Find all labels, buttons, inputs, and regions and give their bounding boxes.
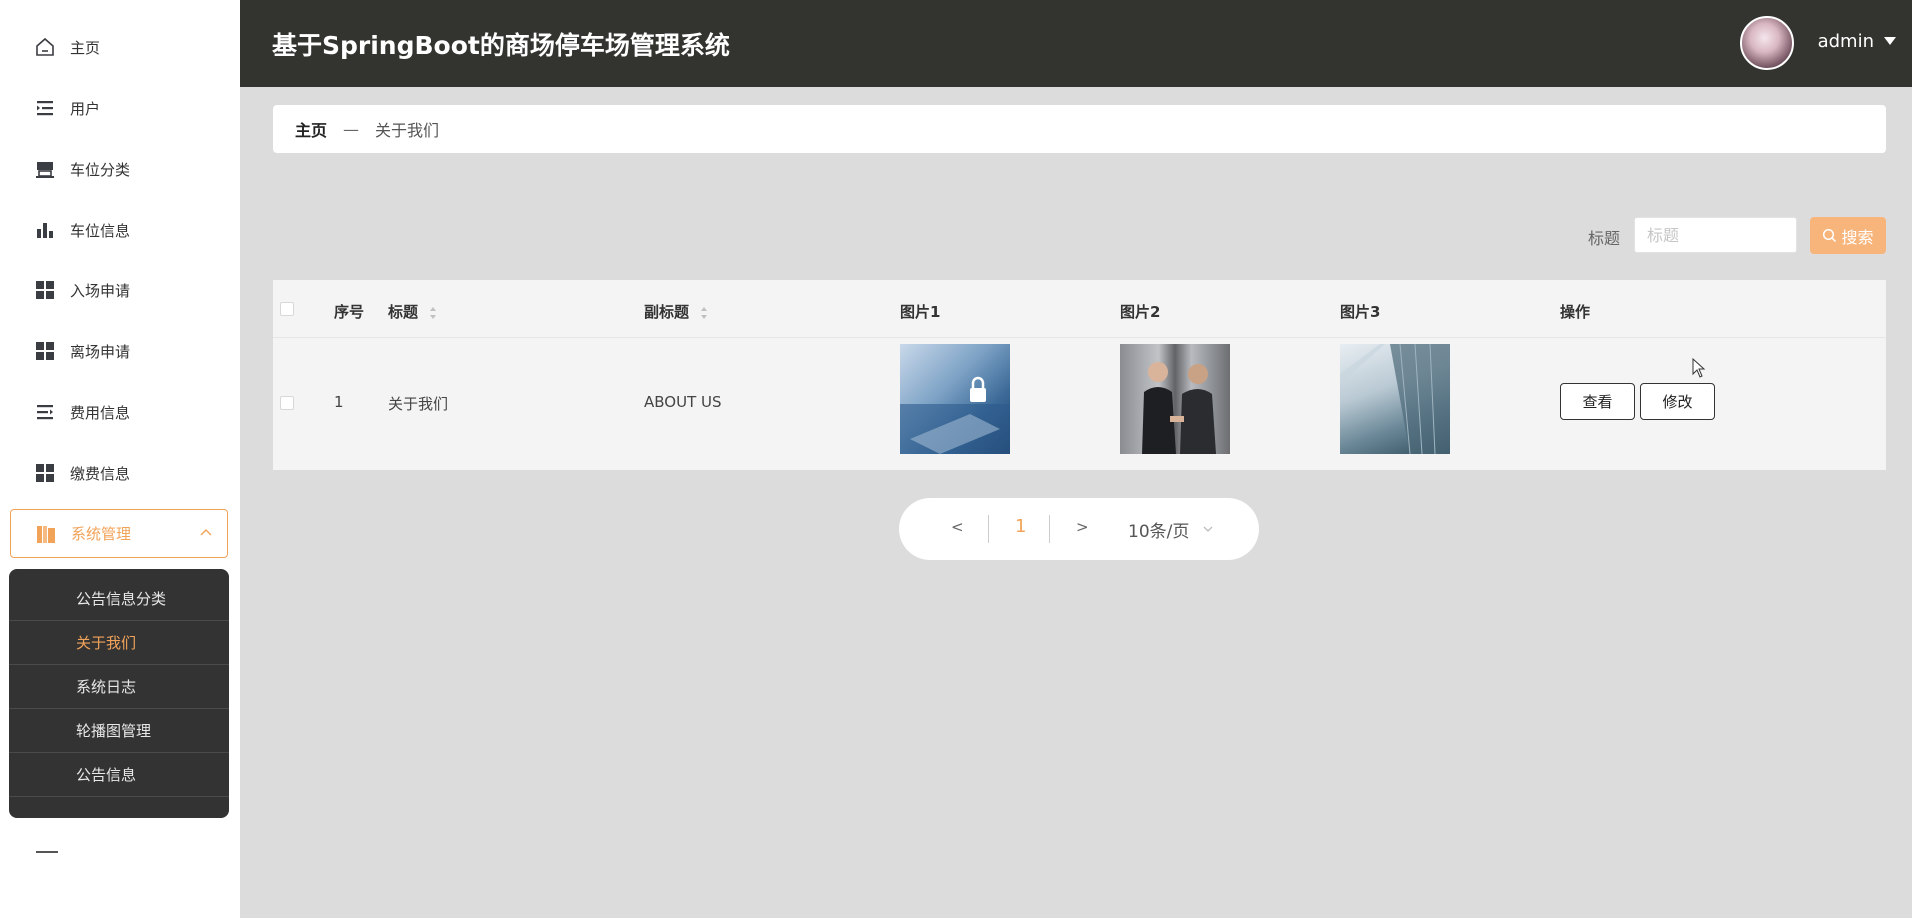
- sidebar-item-payment-info[interactable]: 缴费信息: [10, 449, 228, 497]
- sidebar-item-parking-info[interactable]: 车位信息: [10, 206, 228, 254]
- search-label: 标题: [1588, 229, 1621, 248]
- chevron-up-icon: [200, 529, 212, 536]
- breadcrumb-home[interactable]: 主页: [295, 117, 327, 141]
- submenu-item-notice-category[interactable]: 公告信息分类: [9, 577, 229, 621]
- submenu-item-system-log[interactable]: 系统日志: [9, 665, 229, 709]
- edit-button[interactable]: 修改: [1640, 383, 1715, 420]
- header-image1: 图片1: [900, 303, 941, 321]
- sidebar-item-entry-application[interactable]: 入场申请: [10, 266, 228, 314]
- sort-icon[interactable]: [700, 306, 708, 320]
- caret-down-icon[interactable]: [1884, 37, 1896, 45]
- lock-icon: [900, 376, 1010, 454]
- sidebar-item-label: 系统管理: [71, 525, 132, 543]
- search-input[interactable]: [1634, 217, 1797, 253]
- list-indent-icon: [34, 97, 56, 119]
- sidebar-item-label: 离场申请: [70, 342, 131, 361]
- books-icon: [35, 523, 57, 545]
- data-table: 序号 标题 副标题 图片1 图片2 图片3 操作 1 关于我们 ABOUT US: [273, 280, 1886, 470]
- sidebar-item-users[interactable]: 用户: [10, 84, 228, 132]
- sidebar-item-label: 车位信息: [70, 221, 131, 240]
- header-title[interactable]: 标题: [388, 301, 437, 322]
- view-button[interactable]: 查看: [1560, 383, 1635, 420]
- user-name[interactable]: admin: [1818, 31, 1874, 52]
- sidebar-item-label: 入场申请: [70, 281, 131, 300]
- sort-icon[interactable]: [429, 306, 437, 320]
- cell-subtitle: ABOUT US: [644, 393, 722, 411]
- grid-icon: [34, 462, 56, 484]
- submenu-system-management: 公告信息分类 关于我们 系统日志 轮播图管理 公告信息: [9, 569, 229, 818]
- header-index: 序号: [334, 303, 365, 321]
- header-title-label: 标题: [388, 303, 419, 321]
- page-size-select[interactable]: 10条/页: [1128, 517, 1189, 542]
- sidebar-item-label: 主页: [70, 38, 101, 57]
- pagination: < 1 > 10条/页: [899, 498, 1259, 560]
- sidebar-item-fee-info[interactable]: 费用信息: [10, 388, 228, 436]
- avatar[interactable]: [1740, 16, 1794, 70]
- shop-icon: [34, 158, 56, 180]
- handshake-image: [1120, 344, 1230, 454]
- breadcrumb-separator: —: [343, 119, 360, 139]
- home-icon: [34, 36, 56, 58]
- pagination-divider: [988, 515, 989, 543]
- breadcrumb-current: 关于我们: [375, 121, 440, 140]
- prev-page-button[interactable]: <: [951, 518, 964, 536]
- row-checkbox[interactable]: [280, 396, 294, 410]
- pagination-divider: [1049, 515, 1050, 543]
- sidebar-item-exit-application[interactable]: 离场申请: [10, 327, 228, 375]
- header-subtitle[interactable]: 副标题: [644, 301, 708, 322]
- submenu-item-notice[interactable]: 公告信息: [9, 753, 229, 797]
- header-subtitle-label: 副标题: [644, 303, 690, 321]
- sidebar-item-home[interactable]: 主页: [10, 23, 228, 71]
- search-icon: [1823, 228, 1837, 243]
- select-all-checkbox[interactable]: [280, 302, 294, 316]
- sidebar: 主页 用户 车位分类 车位信息 入场申请 离场申请 费用信息 缴费信息 系统管理…: [0, 0, 240, 918]
- sidebar-item-label: 费用信息: [70, 403, 131, 422]
- grid-icon: [34, 340, 56, 362]
- header-image2: 图片2: [1120, 303, 1161, 321]
- page-number-current[interactable]: 1: [1015, 516, 1026, 537]
- header-image3: 图片3: [1340, 303, 1381, 321]
- sidebar-item-system-management[interactable]: 系统管理: [10, 509, 228, 558]
- cell-image3-thumbnail[interactable]: [1340, 344, 1450, 454]
- app-title: 基于SpringBoot的商场停车场管理系统: [272, 31, 730, 60]
- mouse-cursor-icon: [1692, 358, 1706, 378]
- chevron-down-icon[interactable]: [1203, 524, 1213, 534]
- grid-icon: [34, 279, 56, 301]
- cell-image2-thumbnail[interactable]: [1120, 344, 1230, 454]
- sidebar-item-label: 用户: [70, 99, 101, 118]
- header-actions: 操作: [1560, 303, 1591, 321]
- next-page-button[interactable]: >: [1076, 518, 1089, 536]
- building-image: [1340, 344, 1450, 454]
- next-menu-item-partial: [36, 851, 58, 853]
- sidebar-item-label: 车位分类: [70, 160, 131, 179]
- cell-title: 关于我们: [388, 395, 449, 413]
- cell-index: 1: [334, 393, 344, 411]
- cell-image1-thumbnail[interactable]: [900, 344, 1010, 454]
- submenu-item-about-us[interactable]: 关于我们: [9, 621, 229, 665]
- breadcrumb: 主页 — 关于我们: [273, 105, 1886, 153]
- top-header: 基于SpringBoot的商场停车场管理系统 admin: [240, 0, 1912, 87]
- list-arrow-icon: [34, 401, 56, 423]
- search-button-label: 搜索: [1841, 229, 1874, 247]
- sidebar-item-label: 缴费信息: [70, 464, 131, 483]
- search-button[interactable]: 搜索: [1810, 217, 1886, 254]
- bar-chart-icon: [34, 219, 56, 241]
- table-header: 序号 标题 副标题 图片1 图片2 图片3 操作: [273, 280, 1886, 338]
- submenu-item-carousel[interactable]: 轮播图管理: [9, 709, 229, 753]
- sidebar-item-parking-category[interactable]: 车位分类: [10, 145, 228, 193]
